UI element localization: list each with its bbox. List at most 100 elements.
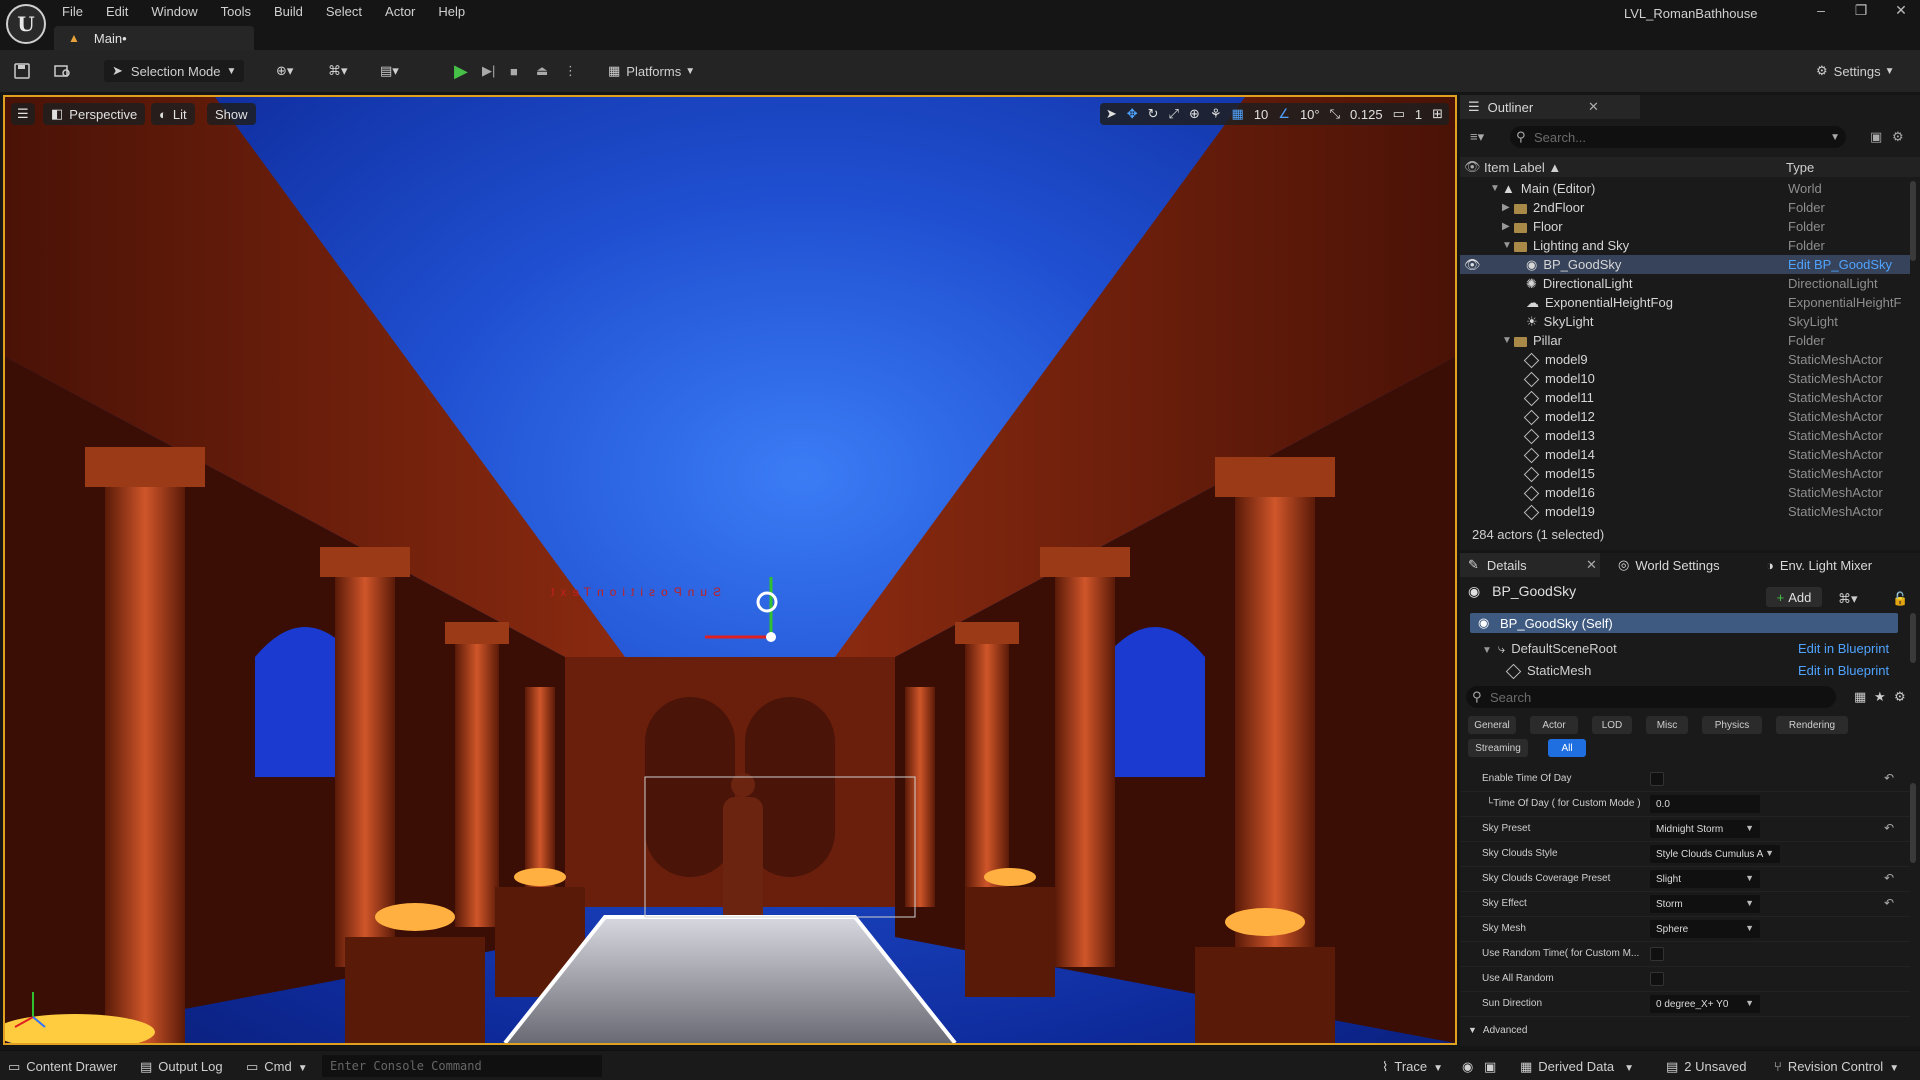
outliner-row-model16[interactable]: model16 StaticMeshActor: [1460, 483, 1910, 502]
outliner-row-directionallight[interactable]: ✺ DirectionalLight DirectionalLight: [1460, 274, 1910, 293]
outliner-tab[interactable]: ☰ Outliner: [1468, 95, 1533, 119]
cat-actor[interactable]: Actor: [1530, 716, 1578, 734]
revision-control-dropdown[interactable]: ⑂ Revision Control ▼: [1774, 1059, 1899, 1074]
record-icon[interactable]: ◉: [1462, 1059, 1473, 1075]
outliner-row-main[interactable]: ▼ ▲ Main (Editor) World: [1460, 179, 1910, 198]
blueprint-options-icon[interactable]: ⌘▾: [1838, 587, 1858, 611]
filter-icon[interactable]: ≡▾: [1470, 125, 1484, 149]
cat-rendering[interactable]: Rendering: [1776, 716, 1848, 734]
settings-dropdown[interactable]: ⚙ Settings ▼: [1816, 60, 1895, 82]
console-command-input[interactable]: Enter Console Command: [322, 1055, 602, 1077]
outliner-row-skylight[interactable]: ☀ SkyLight SkyLight: [1460, 312, 1910, 331]
outliner-row-model12[interactable]: model12 StaticMeshActor: [1460, 407, 1910, 426]
sky-mesh-dropdown[interactable]: Sphere ▼: [1650, 920, 1760, 938]
outliner-search-input[interactable]: ⚲ Search... ▼: [1510, 126, 1846, 148]
rotation-snap-icon[interactable]: ∠: [1278, 106, 1290, 122]
menu-help[interactable]: Help: [438, 4, 478, 19]
sky-clouds-coverage-dropdown[interactable]: Slight ▼: [1650, 870, 1760, 888]
cat-general[interactable]: General: [1468, 716, 1516, 734]
unsaved-button[interactable]: ▤ 2 Unsaved: [1666, 1059, 1746, 1075]
unreal-logo-icon[interactable]: U: [6, 4, 46, 44]
reset-arrow-icon[interactable]: ↶: [1884, 896, 1894, 910]
gear-icon[interactable]: ⚙: [1894, 685, 1906, 709]
close-icon[interactable]: ✕: [1886, 2, 1916, 22]
enable-time-of-day-checkbox[interactable]: [1650, 772, 1664, 786]
world-settings-tab[interactable]: ◎ World Settings: [1618, 553, 1720, 577]
menu-build[interactable]: Build: [274, 4, 316, 19]
translate-tool-icon[interactable]: ✥: [1127, 106, 1138, 122]
browse-icon[interactable]: [54, 60, 72, 82]
add-folder-icon[interactable]: ▣: [1870, 125, 1882, 149]
component-default-scene-root[interactable]: ▼ ⤷ DefaultSceneRoot: [1482, 641, 1617, 657]
scale-tool-icon[interactable]: ⤢: [1169, 106, 1179, 122]
menu-actor[interactable]: Actor: [385, 4, 428, 19]
cat-physics[interactable]: Physics: [1702, 716, 1762, 734]
maximize-icon[interactable]: ❐: [1846, 2, 1876, 22]
outliner-row-model10[interactable]: model10 StaticMeshActor: [1460, 369, 1910, 388]
level-viewport[interactable]: SunPositionText ☰ ◧ Perspective ◐ Lit Sh…: [3, 95, 1457, 1045]
save-icon[interactable]: [14, 60, 30, 82]
outliner-row-model19[interactable]: model19 StaticMeshActor: [1460, 502, 1910, 521]
outliner-row-model9[interactable]: model9 StaticMeshActor: [1460, 350, 1910, 369]
sky-clouds-style-dropdown[interactable]: Style Clouds Cumulus A ▼: [1650, 845, 1780, 863]
viewport-layout-icon[interactable]: ⊞: [1432, 106, 1443, 122]
use-all-random-checkbox[interactable]: [1650, 972, 1664, 986]
col-type[interactable]: Type: [1786, 160, 1814, 175]
blueprint-icon[interactable]: ⌘▾: [328, 60, 348, 82]
lock-icon[interactable]: 🔓: [1892, 587, 1908, 611]
outliner-row-floor[interactable]: ▶ Floor Folder: [1460, 217, 1910, 236]
minimize-icon[interactable]: –: [1806, 2, 1836, 22]
lit-button[interactable]: ◐ Lit: [151, 103, 195, 125]
sky-effect-dropdown[interactable]: Storm ▼: [1650, 895, 1760, 913]
scale-snap-icon[interactable]: ⤡: [1330, 106, 1340, 122]
visibility-eye-icon[interactable]: 👁: [1464, 159, 1481, 175]
platforms-dropdown[interactable]: ▦ Platforms ▼: [608, 60, 695, 82]
play-button[interactable]: ▶: [454, 60, 468, 82]
menu-edit[interactable]: Edit: [106, 4, 141, 19]
menu-file[interactable]: File: [62, 4, 96, 19]
reset-arrow-icon[interactable]: ↶: [1884, 771, 1894, 785]
output-log-button[interactable]: ▤ Output Log: [140, 1059, 223, 1075]
outliner-row-model11[interactable]: model11 StaticMeshActor: [1460, 388, 1910, 407]
outliner-row-fog[interactable]: ☁ ExponentialHeightFog ExponentialHeightF: [1460, 293, 1910, 312]
content-drawer-button[interactable]: ▭ Content Drawer: [8, 1059, 117, 1075]
trace-dropdown[interactable]: ⌇ Trace ▼: [1382, 1059, 1443, 1075]
env-light-mixer-tab[interactable]: ◑ Env. Light Mixer: [1766, 553, 1872, 577]
outliner-row-pillar[interactable]: ▼ Pillar Folder: [1460, 331, 1910, 350]
menu-tools[interactable]: Tools: [221, 4, 264, 19]
details-tab[interactable]: ✎ Details: [1468, 553, 1527, 577]
outliner-scrollbar[interactable]: [1910, 181, 1916, 261]
table-view-icon[interactable]: ▦: [1854, 685, 1866, 709]
rotation-snap-value[interactable]: 10°: [1300, 107, 1320, 122]
cat-streaming[interactable]: Streaming: [1468, 739, 1528, 757]
camera-icon[interactable]: ▣: [1484, 1059, 1496, 1075]
add-actor-icon[interactable]: ⊕▾: [276, 60, 293, 82]
camera-speed-icon[interactable]: ▭: [1393, 106, 1405, 122]
cinematics-icon[interactable]: ▤▾: [380, 60, 399, 82]
cat-all[interactable]: All: [1548, 739, 1586, 757]
component-self-row[interactable]: ◉ BP_GoodSky (Self): [1470, 613, 1898, 633]
sky-preset-dropdown[interactable]: Midnight Storm ▼: [1650, 820, 1760, 838]
edit-in-blueprint-link[interactable]: Edit in Blueprint: [1798, 641, 1889, 656]
reset-arrow-icon[interactable]: ↶: [1884, 871, 1894, 885]
component-static-mesh[interactable]: StaticMesh: [1505, 663, 1591, 680]
outliner-row-lighting[interactable]: ▼ Lighting and Sky Folder: [1460, 236, 1910, 255]
menu-window[interactable]: Window: [151, 4, 210, 19]
components-scrollbar[interactable]: [1910, 613, 1916, 663]
outliner-row-2ndfloor[interactable]: ▶ 2ndFloor Folder: [1460, 198, 1910, 217]
reset-arrow-icon[interactable]: ↶: [1884, 821, 1894, 835]
surface-snap-icon[interactable]: ⚘: [1210, 106, 1222, 122]
outliner-row-model15[interactable]: model15 StaticMeshActor: [1460, 464, 1910, 483]
show-button[interactable]: Show: [207, 103, 256, 125]
camera-speed-value[interactable]: 1: [1415, 107, 1422, 122]
derived-data-dropdown[interactable]: ▦ Derived Data ▼: [1520, 1059, 1634, 1075]
details-search-input[interactable]: ⚲ Search: [1466, 686, 1836, 708]
advanced-section[interactable]: ▼ Advanced: [1468, 1025, 1527, 1036]
world-space-icon[interactable]: ⊕: [1189, 106, 1200, 122]
outliner-row-model13[interactable]: model13 StaticMeshActor: [1460, 426, 1910, 445]
grid-snap-value[interactable]: 10: [1254, 107, 1268, 122]
stop-icon[interactable]: ■: [510, 60, 518, 82]
close-outliner-icon[interactable]: ✕: [1588, 95, 1599, 119]
close-details-icon[interactable]: ✕: [1586, 553, 1597, 577]
col-item-label[interactable]: Item Label ▲: [1484, 160, 1561, 175]
